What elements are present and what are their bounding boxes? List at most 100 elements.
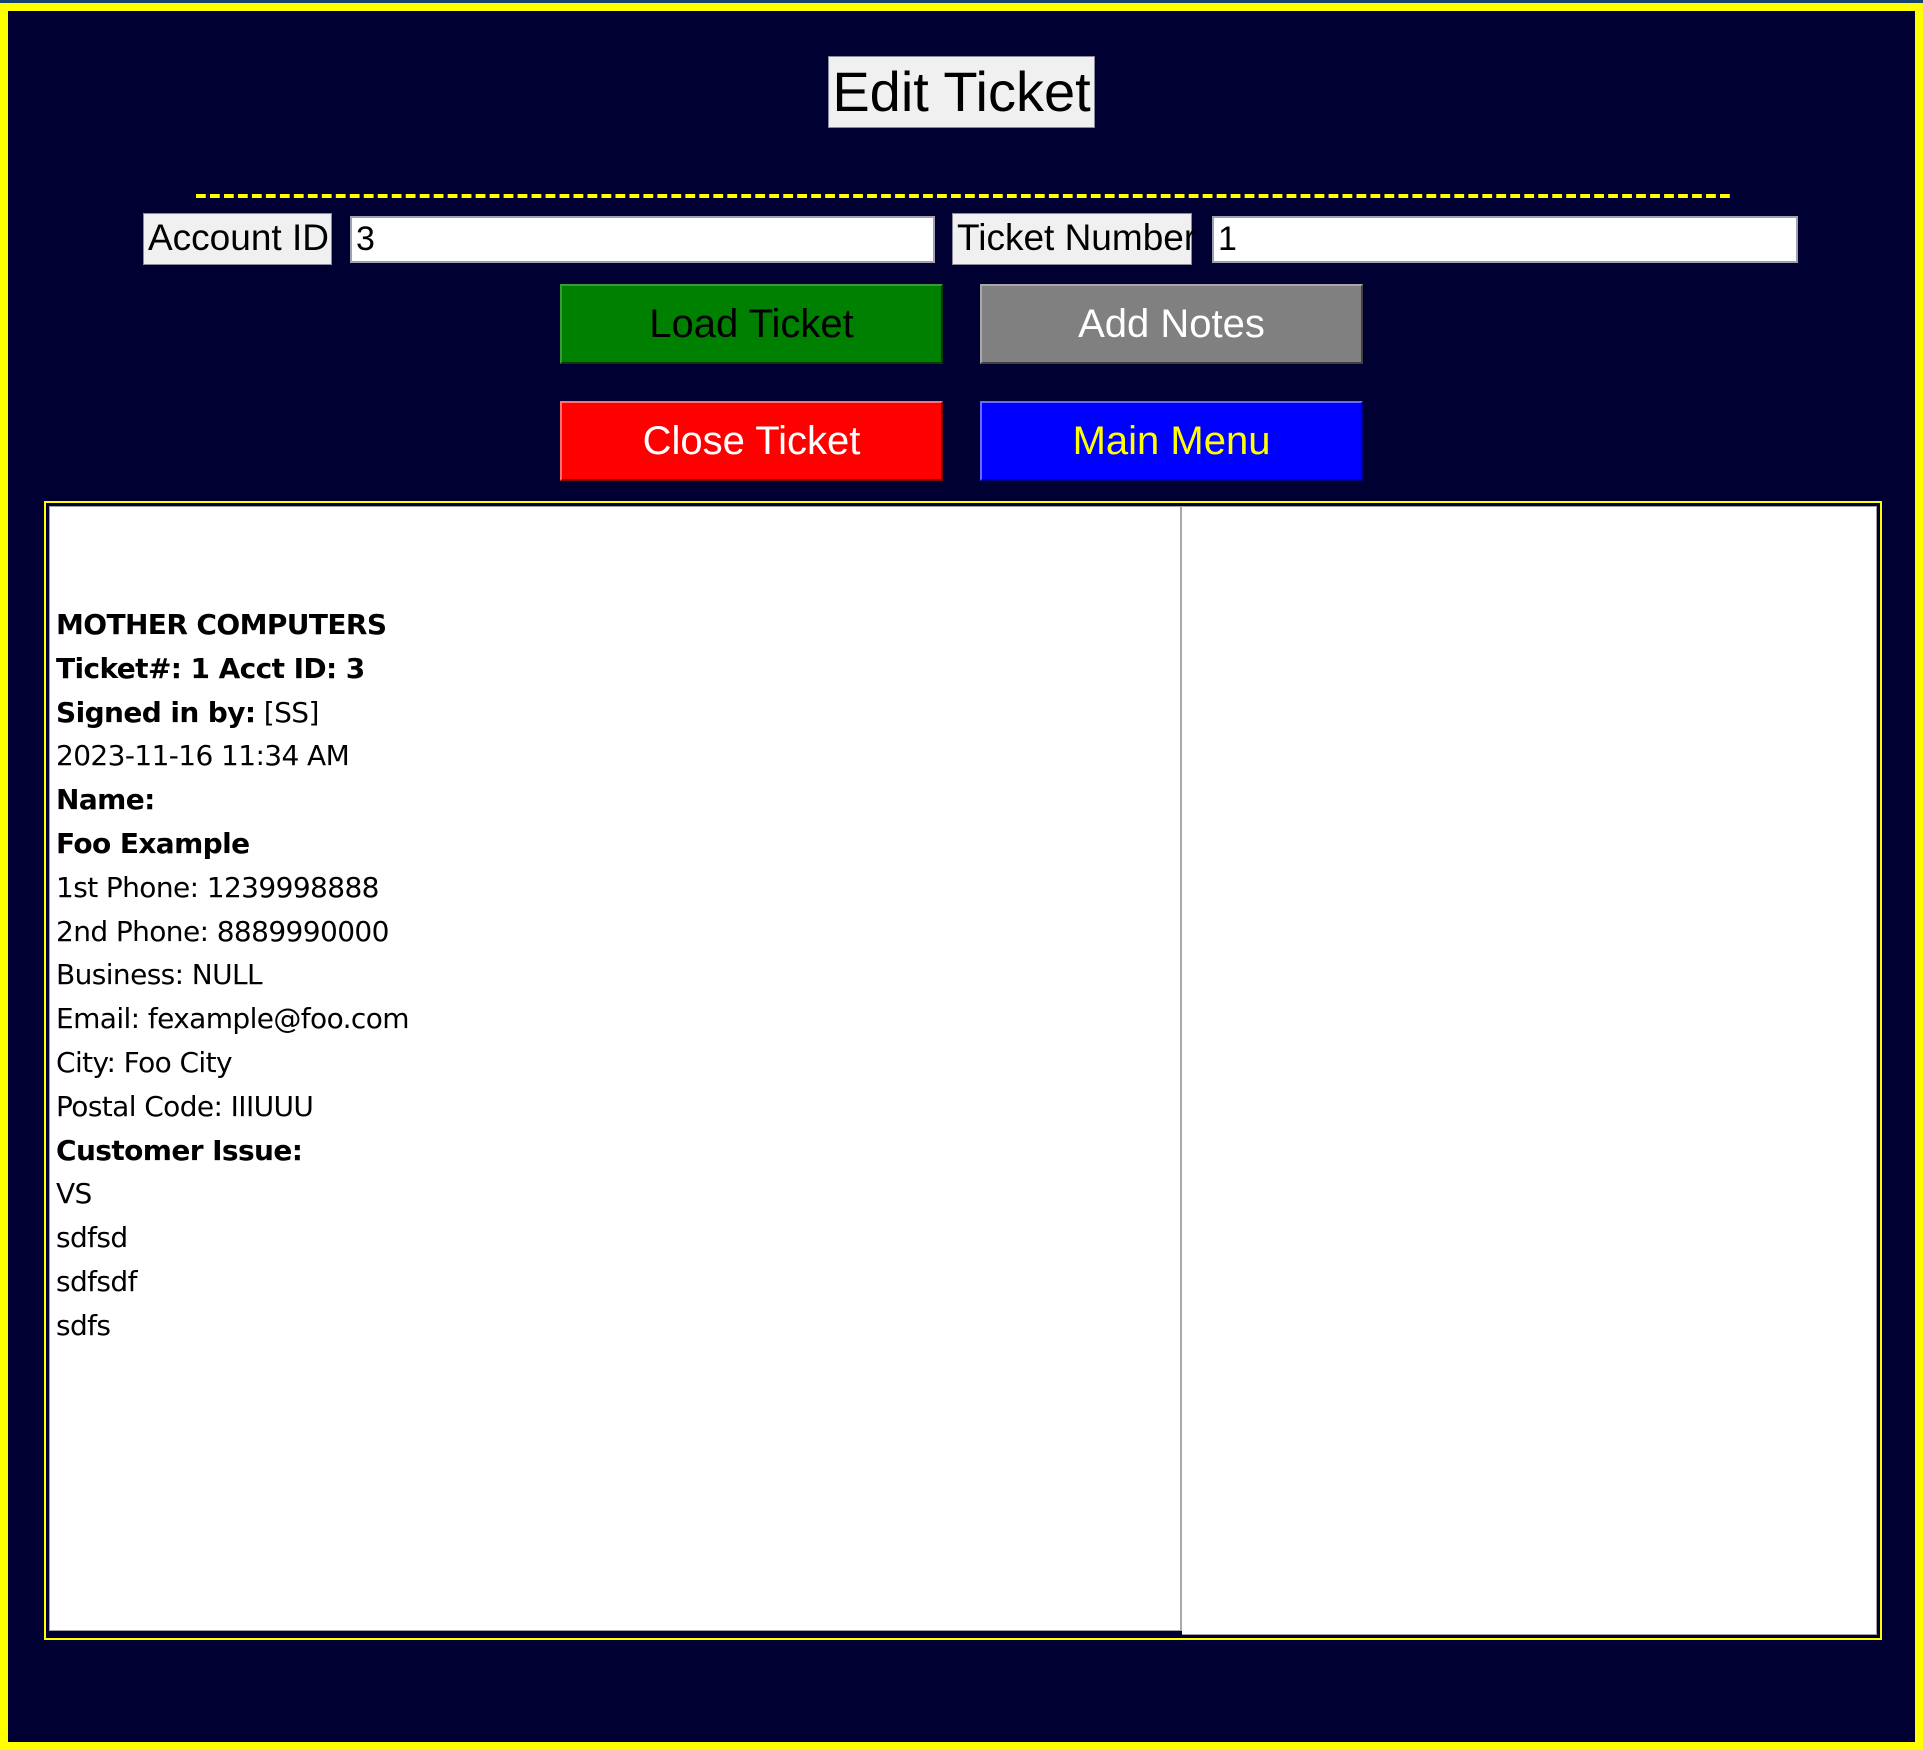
separator-dash bbox=[1216, 194, 1227, 198]
separator-dash bbox=[1062, 194, 1073, 198]
separator-dash bbox=[335, 194, 346, 198]
separator-dash bbox=[196, 194, 206, 198]
separator-dash bbox=[1454, 194, 1465, 198]
ticket-number-input[interactable] bbox=[1212, 216, 1798, 263]
separator-dash bbox=[1188, 194, 1199, 198]
separator-dash bbox=[811, 194, 821, 198]
notes-pane[interactable] bbox=[1182, 506, 1877, 1635]
close-ticket-button[interactable]: Close Ticket bbox=[560, 401, 943, 481]
separator-dash bbox=[1202, 194, 1213, 198]
separator-dash bbox=[517, 194, 528, 198]
separator-dash bbox=[1076, 194, 1087, 198]
separator-dash bbox=[1608, 194, 1618, 198]
separator-dash bbox=[293, 194, 304, 198]
issue-line: sdfs bbox=[56, 1308, 111, 1342]
separator-dash bbox=[1482, 194, 1493, 198]
company-name: MOTHER COMPUTERS bbox=[56, 608, 387, 641]
separator-dash bbox=[1566, 194, 1577, 198]
separator-dash bbox=[587, 194, 598, 198]
separator-dashes bbox=[196, 194, 1730, 198]
separator-dash bbox=[992, 194, 1003, 198]
ticket-details: MOTHER COMPUTERS Ticket#: 1 Acct ID: 3 S… bbox=[56, 603, 410, 1348]
ticket-content-frame: MOTHER COMPUTERS Ticket#: 1 Acct ID: 3 S… bbox=[44, 501, 1882, 1640]
issue-line: sdfsd bbox=[56, 1221, 128, 1255]
separator-dash bbox=[447, 194, 458, 198]
separator-dash bbox=[755, 194, 766, 198]
edit-ticket-window: Edit Ticket Account ID Ticket Number Loa… bbox=[0, 3, 1923, 1750]
separator-dash bbox=[1048, 194, 1059, 198]
separator-dash bbox=[1328, 194, 1339, 198]
separator-dash bbox=[1440, 194, 1451, 198]
separator-dash bbox=[1552, 194, 1563, 198]
separator-dash bbox=[461, 194, 472, 198]
separator-dash bbox=[853, 194, 863, 198]
separator-dash bbox=[1384, 194, 1395, 198]
separator-dash bbox=[978, 194, 989, 198]
separator-dash bbox=[1146, 194, 1157, 198]
separator-dash bbox=[1132, 194, 1143, 198]
separator-dash bbox=[685, 194, 696, 198]
separator-dash bbox=[307, 194, 318, 198]
separator-dash bbox=[1398, 194, 1409, 198]
separator-dash bbox=[1580, 194, 1590, 198]
separator-dash bbox=[1468, 194, 1479, 198]
separator-dash bbox=[1160, 194, 1171, 198]
customer-issue-label: Customer Issue: bbox=[56, 1133, 303, 1167]
phone-1: 1st Phone: 1239998888 bbox=[56, 870, 380, 904]
separator-dash bbox=[1664, 194, 1674, 198]
separator-dash bbox=[1174, 194, 1185, 198]
separator-dash bbox=[1412, 194, 1423, 198]
separator-dash bbox=[321, 194, 332, 198]
main-menu-button[interactable]: Main Menu bbox=[980, 401, 1363, 481]
separator-dash bbox=[433, 194, 444, 198]
separator-dash bbox=[1314, 194, 1325, 198]
separator-line bbox=[195, 181, 1733, 205]
separator-dash bbox=[1258, 194, 1269, 198]
city: City: Foo City bbox=[56, 1045, 233, 1079]
separator-dash bbox=[391, 194, 402, 198]
separator-dash bbox=[1510, 194, 1521, 198]
add-notes-button[interactable]: Add Notes bbox=[980, 284, 1363, 364]
separator-dash bbox=[713, 194, 724, 198]
separator-dash bbox=[1706, 194, 1716, 198]
ticket-details-pane[interactable]: MOTHER COMPUTERS Ticket#: 1 Acct ID: 3 S… bbox=[49, 506, 1182, 1631]
account-id-input[interactable] bbox=[350, 216, 935, 263]
separator-dash bbox=[867, 194, 877, 198]
separator-dash bbox=[223, 194, 234, 198]
separator-dash bbox=[601, 194, 612, 198]
separator-dash bbox=[489, 194, 500, 198]
email: Email: fexample@foo.com bbox=[56, 1002, 410, 1036]
signed-in-label: Signed in by: bbox=[56, 695, 256, 729]
separator-dash bbox=[1622, 194, 1632, 198]
separator-dash bbox=[503, 194, 514, 198]
separator-dash bbox=[1020, 194, 1031, 198]
separator-dash bbox=[573, 194, 584, 198]
separator-dash bbox=[797, 194, 808, 198]
ticket-number-label: Ticket Number bbox=[952, 213, 1196, 265]
separator-dash bbox=[923, 194, 933, 198]
separator-dash bbox=[349, 194, 360, 198]
postal-code: Postal Code: IIIUUU bbox=[56, 1089, 314, 1123]
name-label: Name: bbox=[56, 783, 155, 817]
separator-dash bbox=[1678, 194, 1688, 198]
separator-dash bbox=[1118, 194, 1129, 198]
separator-dash bbox=[1720, 194, 1730, 198]
separator-dash bbox=[825, 194, 835, 198]
separator-dash bbox=[265, 194, 276, 198]
signed-in-value: [SS] bbox=[255, 695, 320, 729]
separator-dash bbox=[881, 194, 891, 198]
separator-dash bbox=[727, 194, 738, 198]
separator-dash bbox=[965, 194, 975, 198]
separator-dash bbox=[1090, 194, 1101, 198]
separator-dash bbox=[363, 194, 374, 198]
separator-dash bbox=[559, 194, 570, 198]
issue-line: sdfsdf bbox=[56, 1264, 137, 1298]
separator-dash bbox=[951, 194, 961, 198]
separator-dash bbox=[895, 194, 905, 198]
separator-dash bbox=[377, 194, 388, 198]
ticket-id-line: Ticket#: 1 Acct ID: 3 bbox=[56, 651, 365, 685]
separator-dash bbox=[1230, 194, 1241, 198]
load-ticket-button[interactable]: Load Ticket bbox=[560, 284, 943, 364]
signed-in-line: Signed in by: [SS] bbox=[56, 691, 409, 735]
separator-dash bbox=[1636, 194, 1646, 198]
